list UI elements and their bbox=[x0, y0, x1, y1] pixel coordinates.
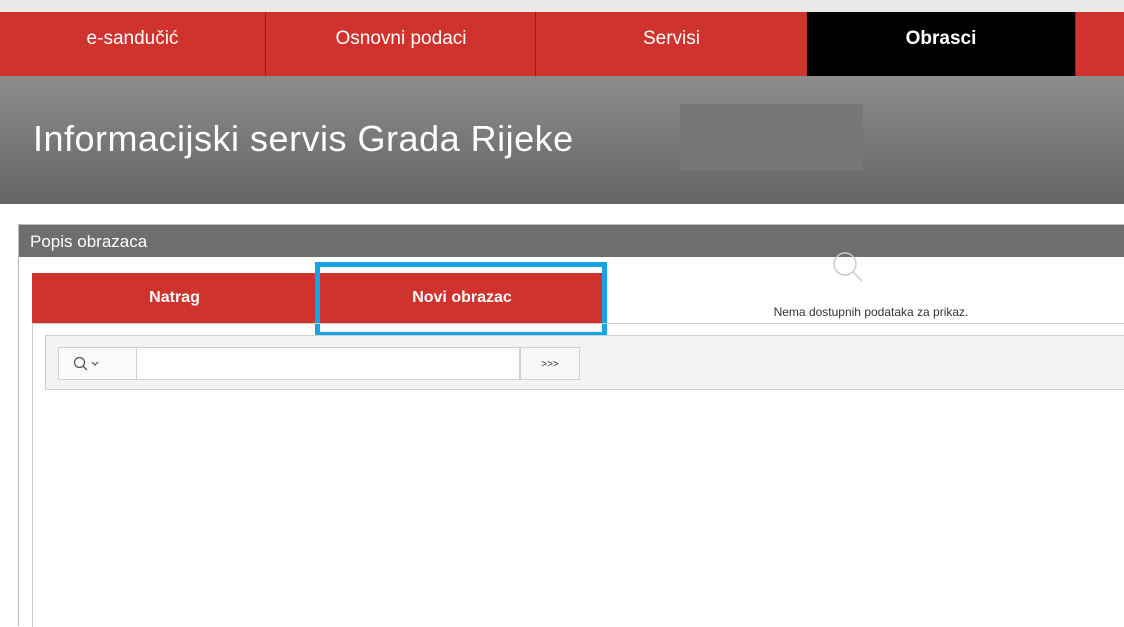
banner-redacted-block bbox=[680, 104, 863, 170]
top-strip bbox=[0, 0, 1124, 12]
new-form-button[interactable]: Novi obrazac bbox=[319, 273, 605, 324]
main-navigation: e-sandučić Osnovni podaci Servisi Obrasc… bbox=[0, 12, 1124, 76]
search-icon bbox=[73, 356, 99, 371]
search-toolbar: >>> bbox=[45, 335, 1124, 390]
nav-item-e-sanducic[interactable]: e-sandučić bbox=[0, 12, 266, 76]
back-button[interactable]: Natrag bbox=[32, 273, 318, 324]
search-input[interactable] bbox=[136, 347, 520, 380]
panel-title: Popis obrazaca bbox=[19, 225, 1124, 257]
forms-list-content: >>> bbox=[32, 323, 1124, 627]
nav-item-servisi[interactable]: Servisi bbox=[537, 12, 806, 76]
forms-list-panel: Popis obrazaca Natrag Novi obrazac >>> bbox=[18, 224, 1124, 627]
page-banner: Informacijski servis Grada Rijeke bbox=[0, 76, 1124, 204]
page-title: Informacijski servis Grada Rijeke bbox=[33, 118, 574, 159]
chevron-down-icon bbox=[91, 361, 99, 366]
go-button[interactable]: >>> bbox=[520, 347, 580, 380]
nav-item-osnovni-podaci[interactable]: Osnovni podaci bbox=[267, 12, 536, 76]
nav-item-obrasci[interactable]: Obrasci bbox=[807, 12, 1076, 76]
search-column-selector[interactable] bbox=[58, 347, 136, 380]
